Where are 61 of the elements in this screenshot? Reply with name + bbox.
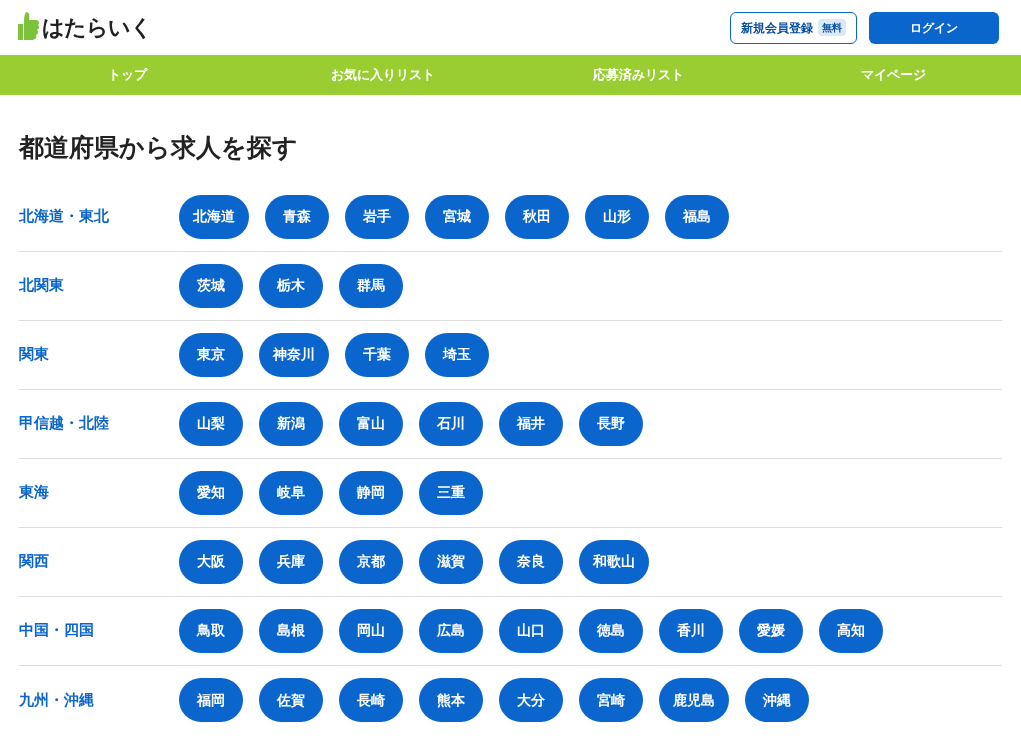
region-label: 北海道・東北 — [19, 206, 110, 228]
prefecture-button[interactable]: 福井 — [499, 401, 563, 446]
logo-text[interactable]: はたらいく — [42, 11, 152, 44]
prefecture-button[interactable]: 熊本 — [419, 678, 483, 722]
prefecture-button[interactable]: 愛媛 — [739, 608, 803, 653]
register-button[interactable]: 新規会員登録 無料 — [730, 11, 857, 44]
prefecture-button[interactable]: 埼玉 — [425, 332, 489, 377]
prefecture-button[interactable]: 新潟 — [259, 401, 323, 446]
prefecture-button[interactable]: 山口 — [499, 608, 563, 653]
prefecture-button[interactable]: 滋賀 — [419, 539, 483, 584]
prefecture-button[interactable]: 富山 — [339, 401, 403, 446]
prefecture-button[interactable]: 福岡 — [179, 678, 243, 722]
prefecture-button[interactable]: 青森 — [265, 194, 329, 239]
prefecture-button[interactable]: 沖縄 — [745, 678, 809, 722]
prefecture-button[interactable]: 山形 — [585, 194, 649, 239]
prefecture-button[interactable]: 群馬 — [339, 263, 403, 308]
prefecture-button[interactable]: 神奈川 — [259, 332, 329, 377]
prefecture-button[interactable]: 北海道 — [179, 194, 249, 239]
prefecture-button[interactable]: 山梨 — [179, 401, 243, 446]
prefecture-button[interactable]: 広島 — [419, 608, 483, 653]
region-label: 中国・四国 — [19, 620, 95, 642]
prefecture-button[interactable]: 千葉 — [345, 332, 409, 377]
prefecture-button[interactable]: 鹿児島 — [659, 678, 729, 722]
prefecture-button[interactable]: 秋田 — [505, 194, 569, 239]
prefecture-button[interactable]: 島根 — [259, 608, 323, 653]
register-label: 新規会員登録 — [741, 19, 813, 37]
prefecture-button[interactable]: 大阪 — [179, 539, 243, 584]
region-label: 関東 — [19, 344, 50, 366]
prefecture-button[interactable]: 長崎 — [339, 678, 403, 722]
prefecture-button[interactable]: 鳥取 — [179, 608, 243, 653]
prefecture-button[interactable]: 京都 — [339, 539, 403, 584]
region-label: 北関東 — [19, 275, 65, 297]
prefecture-button[interactable]: 茨城 — [179, 263, 243, 308]
prefecture-button[interactable]: 宮城 — [425, 194, 489, 239]
login-button[interactable]: ログイン — [869, 11, 999, 44]
prefecture-button[interactable]: 岡山 — [339, 608, 403, 653]
prefecture-button[interactable]: 静岡 — [339, 470, 403, 515]
prefecture-button[interactable]: 佐賀 — [259, 678, 323, 722]
prefecture-button[interactable]: 宮崎 — [579, 678, 643, 722]
prefecture-button[interactable]: 長野 — [579, 401, 643, 446]
prefecture-button[interactable]: 愛知 — [179, 470, 243, 515]
region-label: 東海 — [19, 482, 50, 504]
prefecture-button[interactable]: 東京 — [179, 332, 243, 377]
prefecture-button[interactable]: 香川 — [659, 608, 723, 653]
prefecture-button[interactable]: 和歌山 — [579, 539, 649, 584]
region-label: 関西 — [19, 551, 50, 573]
prefecture-button[interactable]: 石川 — [419, 401, 483, 446]
prefecture-button[interactable]: 岩手 — [345, 194, 409, 239]
prefecture-button[interactable]: 福島 — [665, 194, 729, 239]
prefecture-button[interactable]: 徳島 — [579, 608, 643, 653]
prefecture-button[interactable]: 岐阜 — [259, 470, 323, 515]
page-title: 都道府県から求人を探す — [19, 132, 299, 164]
region-label: 九州・沖縄 — [19, 689, 95, 711]
prefecture-button[interactable]: 高知 — [819, 608, 883, 653]
prefecture-button[interactable]: 兵庫 — [259, 539, 323, 584]
free-badge: 無料 — [818, 19, 846, 36]
prefecture-button[interactable]: 大分 — [499, 678, 563, 722]
prefecture-button[interactable]: 奈良 — [499, 539, 563, 584]
prefecture-button[interactable]: 三重 — [419, 470, 483, 515]
region-label: 甲信越・北陸 — [19, 413, 110, 435]
prefecture-button[interactable]: 栃木 — [259, 263, 323, 308]
